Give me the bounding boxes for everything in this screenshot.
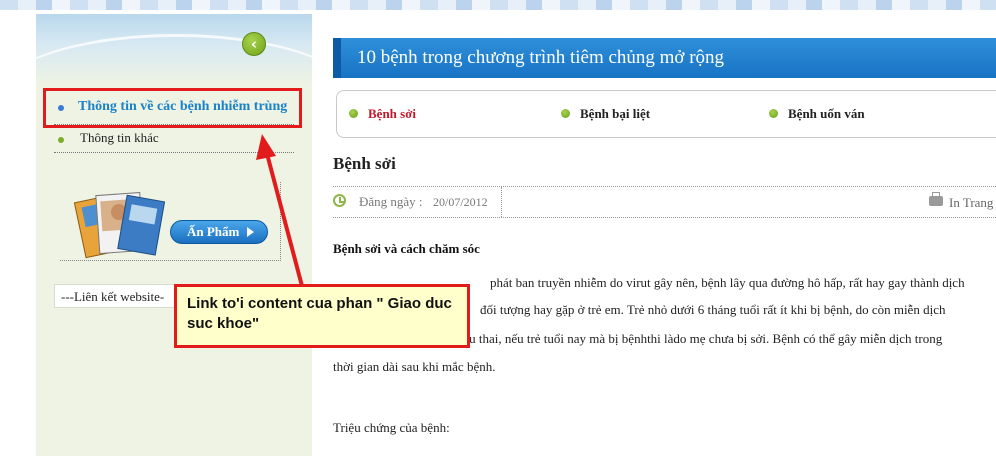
date-value: 20/07/2012 [433, 195, 488, 209]
bullet-icon [58, 137, 64, 143]
tab-label: Bệnh sởi [368, 106, 417, 121]
bullet-icon [769, 109, 778, 118]
article-paragraph-line: thời gian dài sau khi mắc bệnh. [333, 359, 496, 374]
sidebar-item-label[interactable]: Thông tin khác [80, 130, 159, 146]
article-title: Bệnh sởi [333, 154, 396, 173]
section-title-bar: 10 bệnh trong chương trình tiêm chủng mở… [333, 38, 996, 78]
print-link[interactable]: In Trang [949, 195, 993, 211]
bullet-icon [561, 109, 570, 118]
article-paragraph-line: phát ban truyền nhiễm do virut gây nên, … [490, 275, 965, 290]
date-label: Đăng ngày : [359, 194, 423, 209]
publications-books-icon[interactable] [70, 186, 170, 262]
article-paragraph-line: đối tượng hay gặp ở trẻ em. Trẻ nhỏ dưới… [480, 302, 946, 317]
article-heading: Bệnh sởi và cách chăm sóc [333, 241, 480, 256]
annotation-callout: Link to'i content cua phan " Giao duc su… [174, 284, 470, 348]
tab-label: Bệnh uốn ván [788, 106, 865, 121]
bullet-icon [349, 109, 358, 118]
play-icon [247, 227, 254, 237]
section-title: 10 bệnh trong chương trình tiêm chủng mở… [357, 47, 725, 68]
clock-icon [333, 194, 346, 207]
article-meta: Đăng ngày : 20/07/2012 In Trang [333, 186, 996, 218]
printer-icon[interactable] [929, 192, 943, 206]
chevron-left-icon[interactable]: ‹ [242, 32, 266, 56]
symptom-label: Triệu chứng của bệnh: [333, 420, 450, 435]
publications-button[interactable]: Ấn Phẩm [170, 220, 268, 244]
top-decorative-strip [0, 0, 996, 10]
website-links-label: ---Liên kết website- [61, 289, 165, 304]
title-accent [333, 38, 341, 78]
publications-button-label: Ấn Phẩm [187, 224, 240, 239]
meta-divider [501, 187, 502, 217]
highlight-box [43, 88, 302, 128]
callout-text: Link to'i content cua phan " Giao duc su… [187, 295, 452, 332]
sidebar-item-other-info[interactable]: Thông tin khác [54, 130, 294, 153]
tab-label: Bệnh bại liệt [580, 106, 651, 121]
disease-tabs: Bệnh sởi Bệnh bại liệt Bệnh uốn ván [336, 90, 996, 138]
